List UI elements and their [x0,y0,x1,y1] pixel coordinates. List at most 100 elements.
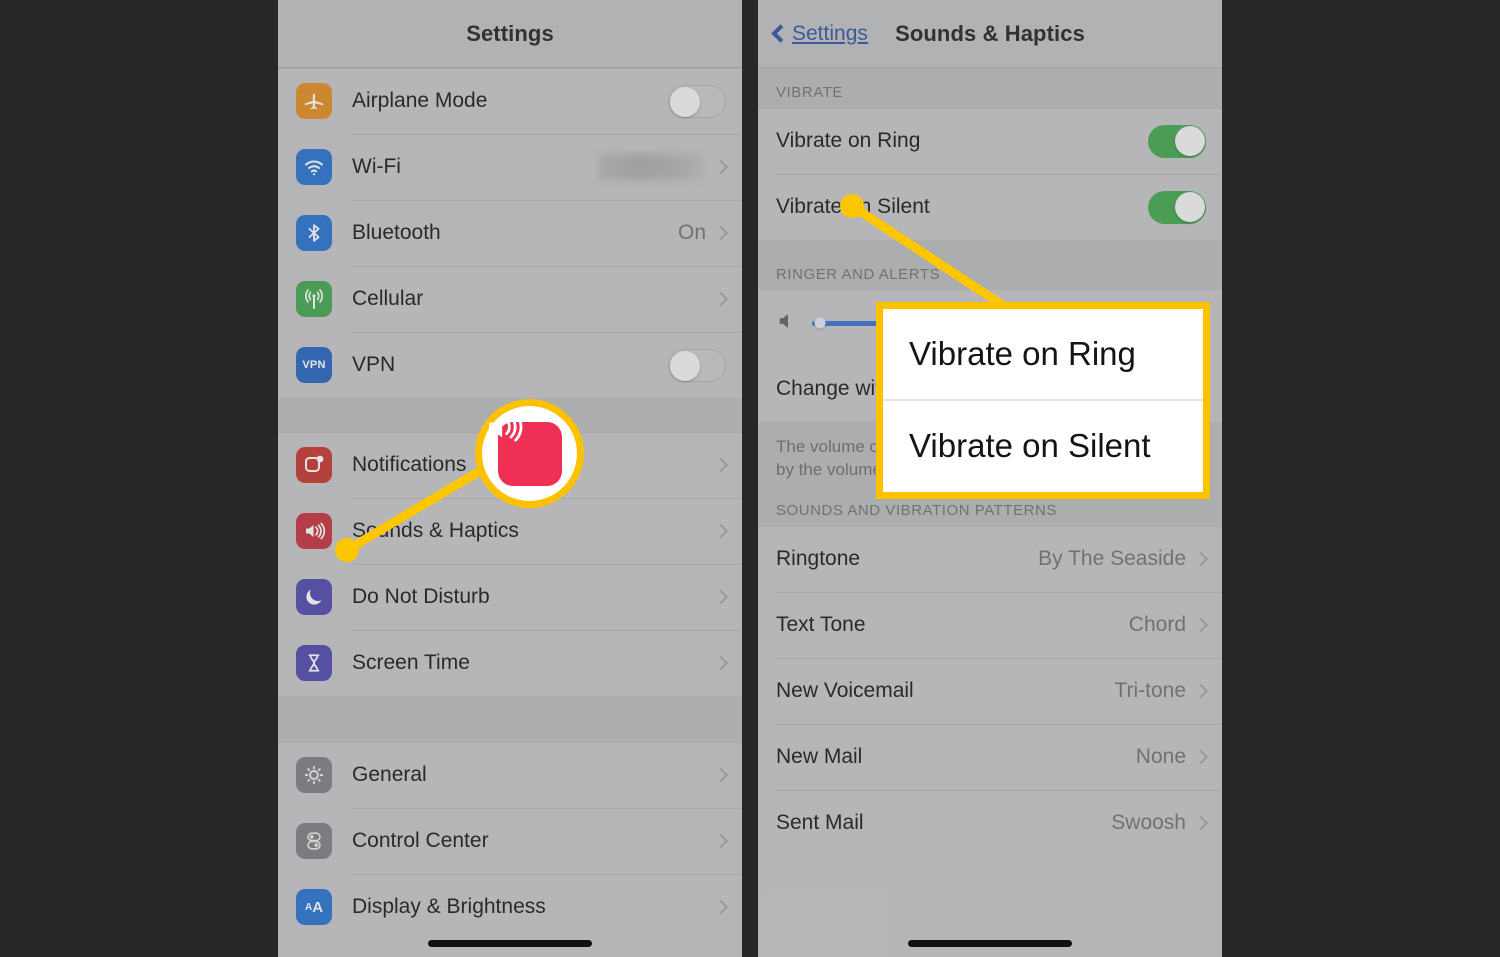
chevron-right-icon [713,523,729,539]
vibrate-on-ring-toggle[interactable] [1148,124,1206,158]
group-separator [278,696,742,742]
sidebar-item-bluetooth[interactable]: Bluetooth On [278,200,742,266]
general-gear-icon [296,757,332,793]
row-value: Swoosh [1111,810,1186,834]
sidebar-item-general[interactable]: General [278,742,742,808]
speaker-icon [776,310,798,337]
chevron-right-icon [713,225,729,241]
wifi-network-value-redacted [598,154,704,180]
ringer-footnote: The volume of the ringer and alerts will… [758,422,1222,498]
chevron-right-icon [713,655,729,671]
ringer-volume-thumb[interactable] [814,317,826,329]
sounds-haptics-navbar: Settings Sounds & Haptics [758,0,1222,68]
annotation-lines [335,194,1027,562]
settings-group-alerts: Notifications Sounds & Haptics Do Not Di… [278,432,742,696]
row-label: New Voicemail [776,678,914,702]
display-brightness-icon: AA [296,889,332,925]
do-not-disturb-icon [296,579,332,615]
row-label: Ringtone [776,546,861,570]
vibrate-on-silent-toggle[interactable] [1148,190,1206,224]
wifi-icon [296,149,332,185]
section-header-vibrate: VIBRATE [758,68,1222,108]
sidebar-item-sounds-haptics[interactable]: Sounds & Haptics [278,498,742,564]
chevron-left-icon [771,24,790,43]
chevron-right-icon [1193,551,1209,566]
cellular-icon [296,281,332,317]
home-indicator [428,940,592,947]
sidebar-item-label: Airplane Mode [352,89,488,112]
settings-panel: Settings Airplane Mode Wi-Fi Bluetooth O… [278,0,742,957]
chevron-right-icon [713,457,729,473]
sidebar-item-label: General [352,763,427,786]
sidebar-item-wifi[interactable]: Wi-Fi [278,134,742,200]
chevron-right-icon [713,159,729,175]
bluetooth-status-value: On [677,221,706,244]
chevron-right-icon [1193,815,1209,830]
row-label: Sent Mail [776,810,864,834]
annotation-layer: Vibrate on Ring Vibrate on Silent [0,0,1500,957]
row-value: None [1135,744,1186,768]
row-vibrate-on-silent[interactable]: Vibrate on Silent [758,174,1222,240]
sidebar-item-notifications[interactable]: Notifications [278,432,742,498]
chevron-right-icon [713,589,729,605]
sidebar-item-control-center[interactable]: Control Center [278,808,742,874]
settings-navbar: Settings [278,0,742,68]
back-to-settings-button[interactable]: Settings [771,21,868,46]
chevron-right-icon [713,767,729,783]
ringer-volume-track[interactable] [812,317,1204,329]
sidebar-item-display-brightness[interactable]: AA Display & Brightness [278,874,742,940]
row-ringtone[interactable]: Ringtone By The Seaside [758,525,1222,592]
sidebar-item-airplane-mode[interactable]: Airplane Mode [278,68,742,134]
chevron-right-icon [1193,683,1209,698]
row-change-with-buttons[interactable]: Change with Buttons [758,356,1222,422]
chevron-right-icon [1193,749,1209,764]
chevron-right-icon [1193,617,1209,632]
settings-group-connectivity: Airplane Mode Wi-Fi Bluetooth On Cellula… [278,68,742,398]
sidebar-item-label: Bluetooth [352,221,441,244]
ringer-list: Change with Buttons [758,290,1222,422]
row-label: Text Tone [776,612,866,636]
home-indicator [908,940,1072,947]
sidebar-item-label: Control Center [352,829,489,852]
row-vibrate-on-ring[interactable]: Vibrate on Ring [758,108,1222,174]
sidebar-item-vpn[interactable]: VPN VPN [278,332,742,398]
sidebar-item-do-not-disturb[interactable]: Do Not Disturb [278,564,742,630]
row-value: Tri-tone [1114,678,1186,702]
airplane-mode-toggle[interactable] [668,84,726,118]
settings-group-system: General Control Center AA Display & Brig… [278,742,742,940]
sidebar-item-screen-time[interactable]: Screen Time [278,630,742,696]
vpn-toggle[interactable] [668,348,726,382]
row-new-mail[interactable]: New Mail None [758,723,1222,790]
group-separator [278,398,742,432]
screenshot-stage: Settings Airplane Mode Wi-Fi Bluetooth O… [0,0,1500,957]
sidebar-item-label: Wi-Fi [352,155,401,178]
sound-patterns-list: Ringtone By The Seaside Text Tone Chord … [758,525,1222,856]
sounds-haptics-icon [296,513,332,549]
ringer-volume-slider-row[interactable] [758,290,1222,356]
row-sent-mail[interactable]: Sent Mail Swoosh [758,789,1222,856]
row-label: Change with Buttons [776,377,970,400]
sidebar-item-label: Notifications [352,453,467,476]
chevron-right-icon [713,833,729,849]
airplane-icon [296,83,332,119]
row-new-voicemail[interactable]: New Voicemail Tri-tone [758,657,1222,724]
row-text-tone[interactable]: Text Tone Chord [758,591,1222,658]
sidebar-item-label: VPN [352,353,396,376]
sidebar-item-cellular[interactable]: Cellular [278,266,742,332]
row-value: Chord [1128,612,1186,636]
notifications-icon [296,447,332,483]
page-title: Sounds & Haptics [895,20,1085,46]
vibrate-list: Vibrate on Ring Vibrate on Silent [758,108,1222,240]
chevron-right-icon [713,291,729,307]
screen-time-icon [296,645,332,681]
change-with-buttons-toggle[interactable] [1148,372,1206,406]
section-header-sounds-and-vibration-patterns: SOUNDS AND VIBRATION PATTERNS [758,497,1222,526]
vpn-icon: VPN [296,347,332,383]
control-center-icon [296,823,332,859]
bluetooth-icon [296,215,332,251]
row-label: New Mail [776,744,863,768]
sidebar-item-label: Display & Brightness [352,895,546,918]
back-button-label: Settings [792,21,868,45]
row-value: By The Seaside [1038,546,1186,570]
sidebar-item-label: Do Not Disturb [352,585,490,608]
